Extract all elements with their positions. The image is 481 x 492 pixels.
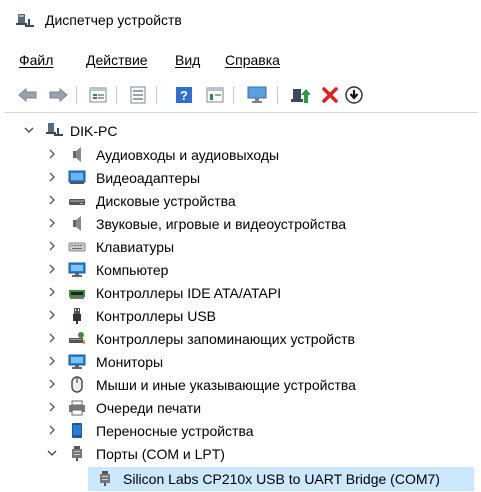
show-hidden-button[interactable] <box>126 83 150 107</box>
tree-category[interactable]: Компьютер <box>0 259 460 281</box>
port-icon <box>72 446 82 461</box>
mouse-icon <box>71 376 83 393</box>
toolbar-separator <box>76 86 77 104</box>
chevron-right-icon[interactable] <box>46 401 58 413</box>
scan-hardware-button[interactable] <box>245 83 269 107</box>
chevron-right-icon[interactable] <box>46 240 58 252</box>
tree-category[interactable]: Очереди печати <box>0 397 460 419</box>
tree-category[interactable]: Клавиатуры <box>0 236 460 258</box>
update-driver-icon <box>291 89 310 103</box>
storage-controller-icon <box>69 332 85 344</box>
properties-icon <box>89 87 107 103</box>
view-icon <box>206 87 224 103</box>
menu-view[interactable]: Вид <box>175 52 200 68</box>
tree-category[interactable]: Звуковые, игровые и видеоустройства <box>0 213 460 235</box>
speaker-icon <box>73 216 81 231</box>
disable-button[interactable] <box>342 83 366 107</box>
menu-bar: Файл Действие Вид Справка <box>0 52 481 74</box>
title-bar: Диспетчер устройств <box>0 0 481 40</box>
help-icon: ? <box>176 87 192 103</box>
tree-root[interactable]: DIK-PC <box>0 120 460 142</box>
chevron-right-icon[interactable] <box>46 171 58 183</box>
device-manager-icon <box>16 14 34 27</box>
update-driver-button[interactable] <box>288 83 312 107</box>
tree-category-label: Порты (COM и LPT) <box>96 446 225 462</box>
toolbar-separator <box>277 86 278 104</box>
tree-category-label: Контроллеры USB <box>96 308 216 324</box>
chevron-right-icon[interactable] <box>46 355 58 367</box>
tree-category[interactable]: Контроллеры USB <box>0 305 460 327</box>
window-title: Диспетчер устройств <box>45 12 182 28</box>
help-button[interactable]: ? <box>172 83 196 107</box>
tree-category[interactable]: Переносные устройства <box>0 420 460 442</box>
tree-category-label: Аудиовходы и аудиовыходы <box>96 147 280 163</box>
toolbar-separator <box>116 86 117 104</box>
toolbar-separator <box>233 86 234 104</box>
forward-arrow-icon <box>49 87 68 103</box>
chevron-right-icon[interactable] <box>46 148 58 160</box>
display-adapter-icon <box>68 170 86 184</box>
portable-device-icon <box>72 423 82 438</box>
tree-device-label: Silicon Labs CP210x USB to UART Bridge (… <box>123 471 440 487</box>
tree-category[interactable]: Аудиовходы и аудиовыходы <box>0 144 460 166</box>
usb-icon <box>73 308 81 324</box>
svg-text:?: ? <box>180 88 188 103</box>
tree-category-label: Мыши и иные указывающие устройства <box>96 377 356 393</box>
tree-category-label: Очереди печати <box>96 400 202 416</box>
computer-root-icon <box>46 123 63 136</box>
computer-icon <box>68 262 86 277</box>
speaker-icon <box>73 147 81 162</box>
tree-category-label: Звуковые, игровые и видеоустройства <box>96 216 347 232</box>
menu-help[interactable]: Справка <box>225 52 280 68</box>
tree-root-label: DIK-PC <box>70 123 118 139</box>
tree-category[interactable]: Мыши и иные указывающие устройства <box>0 374 460 396</box>
menu-file[interactable]: Файл <box>19 52 53 68</box>
monitor-icon <box>68 354 86 369</box>
tree-category[interactable]: Контроллеры запоминающих устройств <box>0 328 460 350</box>
tree-category-label: Мониторы <box>96 354 164 370</box>
tree-category-expanded[interactable]: Порты (COM и LPT) <box>0 443 460 465</box>
tree-category[interactable]: Мониторы <box>0 351 460 373</box>
tree-category-label: Дисковые устройства <box>96 193 236 209</box>
tree-category-label: Компьютер <box>96 262 169 278</box>
chevron-right-icon[interactable] <box>46 378 58 390</box>
ide-controller-icon <box>69 290 85 299</box>
chevron-right-icon[interactable] <box>46 263 58 275</box>
chevron-right-icon[interactable] <box>46 286 58 298</box>
show-hidden-icon <box>130 86 146 104</box>
back-arrow-icon <box>18 87 37 103</box>
keyboard-icon <box>68 242 86 252</box>
chevron-right-icon[interactable] <box>46 194 58 206</box>
tree-category[interactable]: Контроллеры IDE ATA/ATAPI <box>0 282 460 304</box>
printer-icon <box>69 400 85 416</box>
forward-button[interactable] <box>46 83 70 107</box>
tree-category[interactable]: Дисковые устройства <box>0 190 460 212</box>
properties-button[interactable] <box>86 83 110 107</box>
chevron-right-icon[interactable] <box>46 217 58 229</box>
menu-action[interactable]: Действие <box>86 52 148 68</box>
tree-category-label: Переносные устройства <box>96 423 254 439</box>
tree-category-label: Контроллеры запоминающих устройств <box>96 331 355 347</box>
chevron-right-icon[interactable] <box>46 309 58 321</box>
uninstall-button[interactable] <box>318 83 342 107</box>
tree-category-label: Видеоадаптеры <box>96 170 201 186</box>
uninstall-icon <box>322 87 338 103</box>
view-button[interactable] <box>203 83 227 107</box>
chevron-down-icon[interactable] <box>46 447 58 459</box>
disk-drive-icon <box>69 199 85 205</box>
chevron-right-icon[interactable] <box>46 424 58 436</box>
tree-category[interactable]: Видеоадаптеры <box>0 167 460 189</box>
chevron-down-icon[interactable] <box>23 124 35 136</box>
tree-category-label: Клавиатуры <box>96 239 175 255</box>
toolbar-separator <box>156 86 157 104</box>
tree-category-label: Контроллеры IDE ATA/ATAPI <box>96 285 282 301</box>
port-icon <box>100 471 110 486</box>
disable-icon <box>345 86 363 104</box>
toolbar: ? <box>0 80 481 110</box>
scan-hardware-icon <box>247 86 267 103</box>
tree-device-selected[interactable]: Silicon Labs CP210x USB to UART Bridge (… <box>0 468 460 490</box>
chevron-right-icon[interactable] <box>46 332 58 344</box>
back-button[interactable] <box>16 83 40 107</box>
